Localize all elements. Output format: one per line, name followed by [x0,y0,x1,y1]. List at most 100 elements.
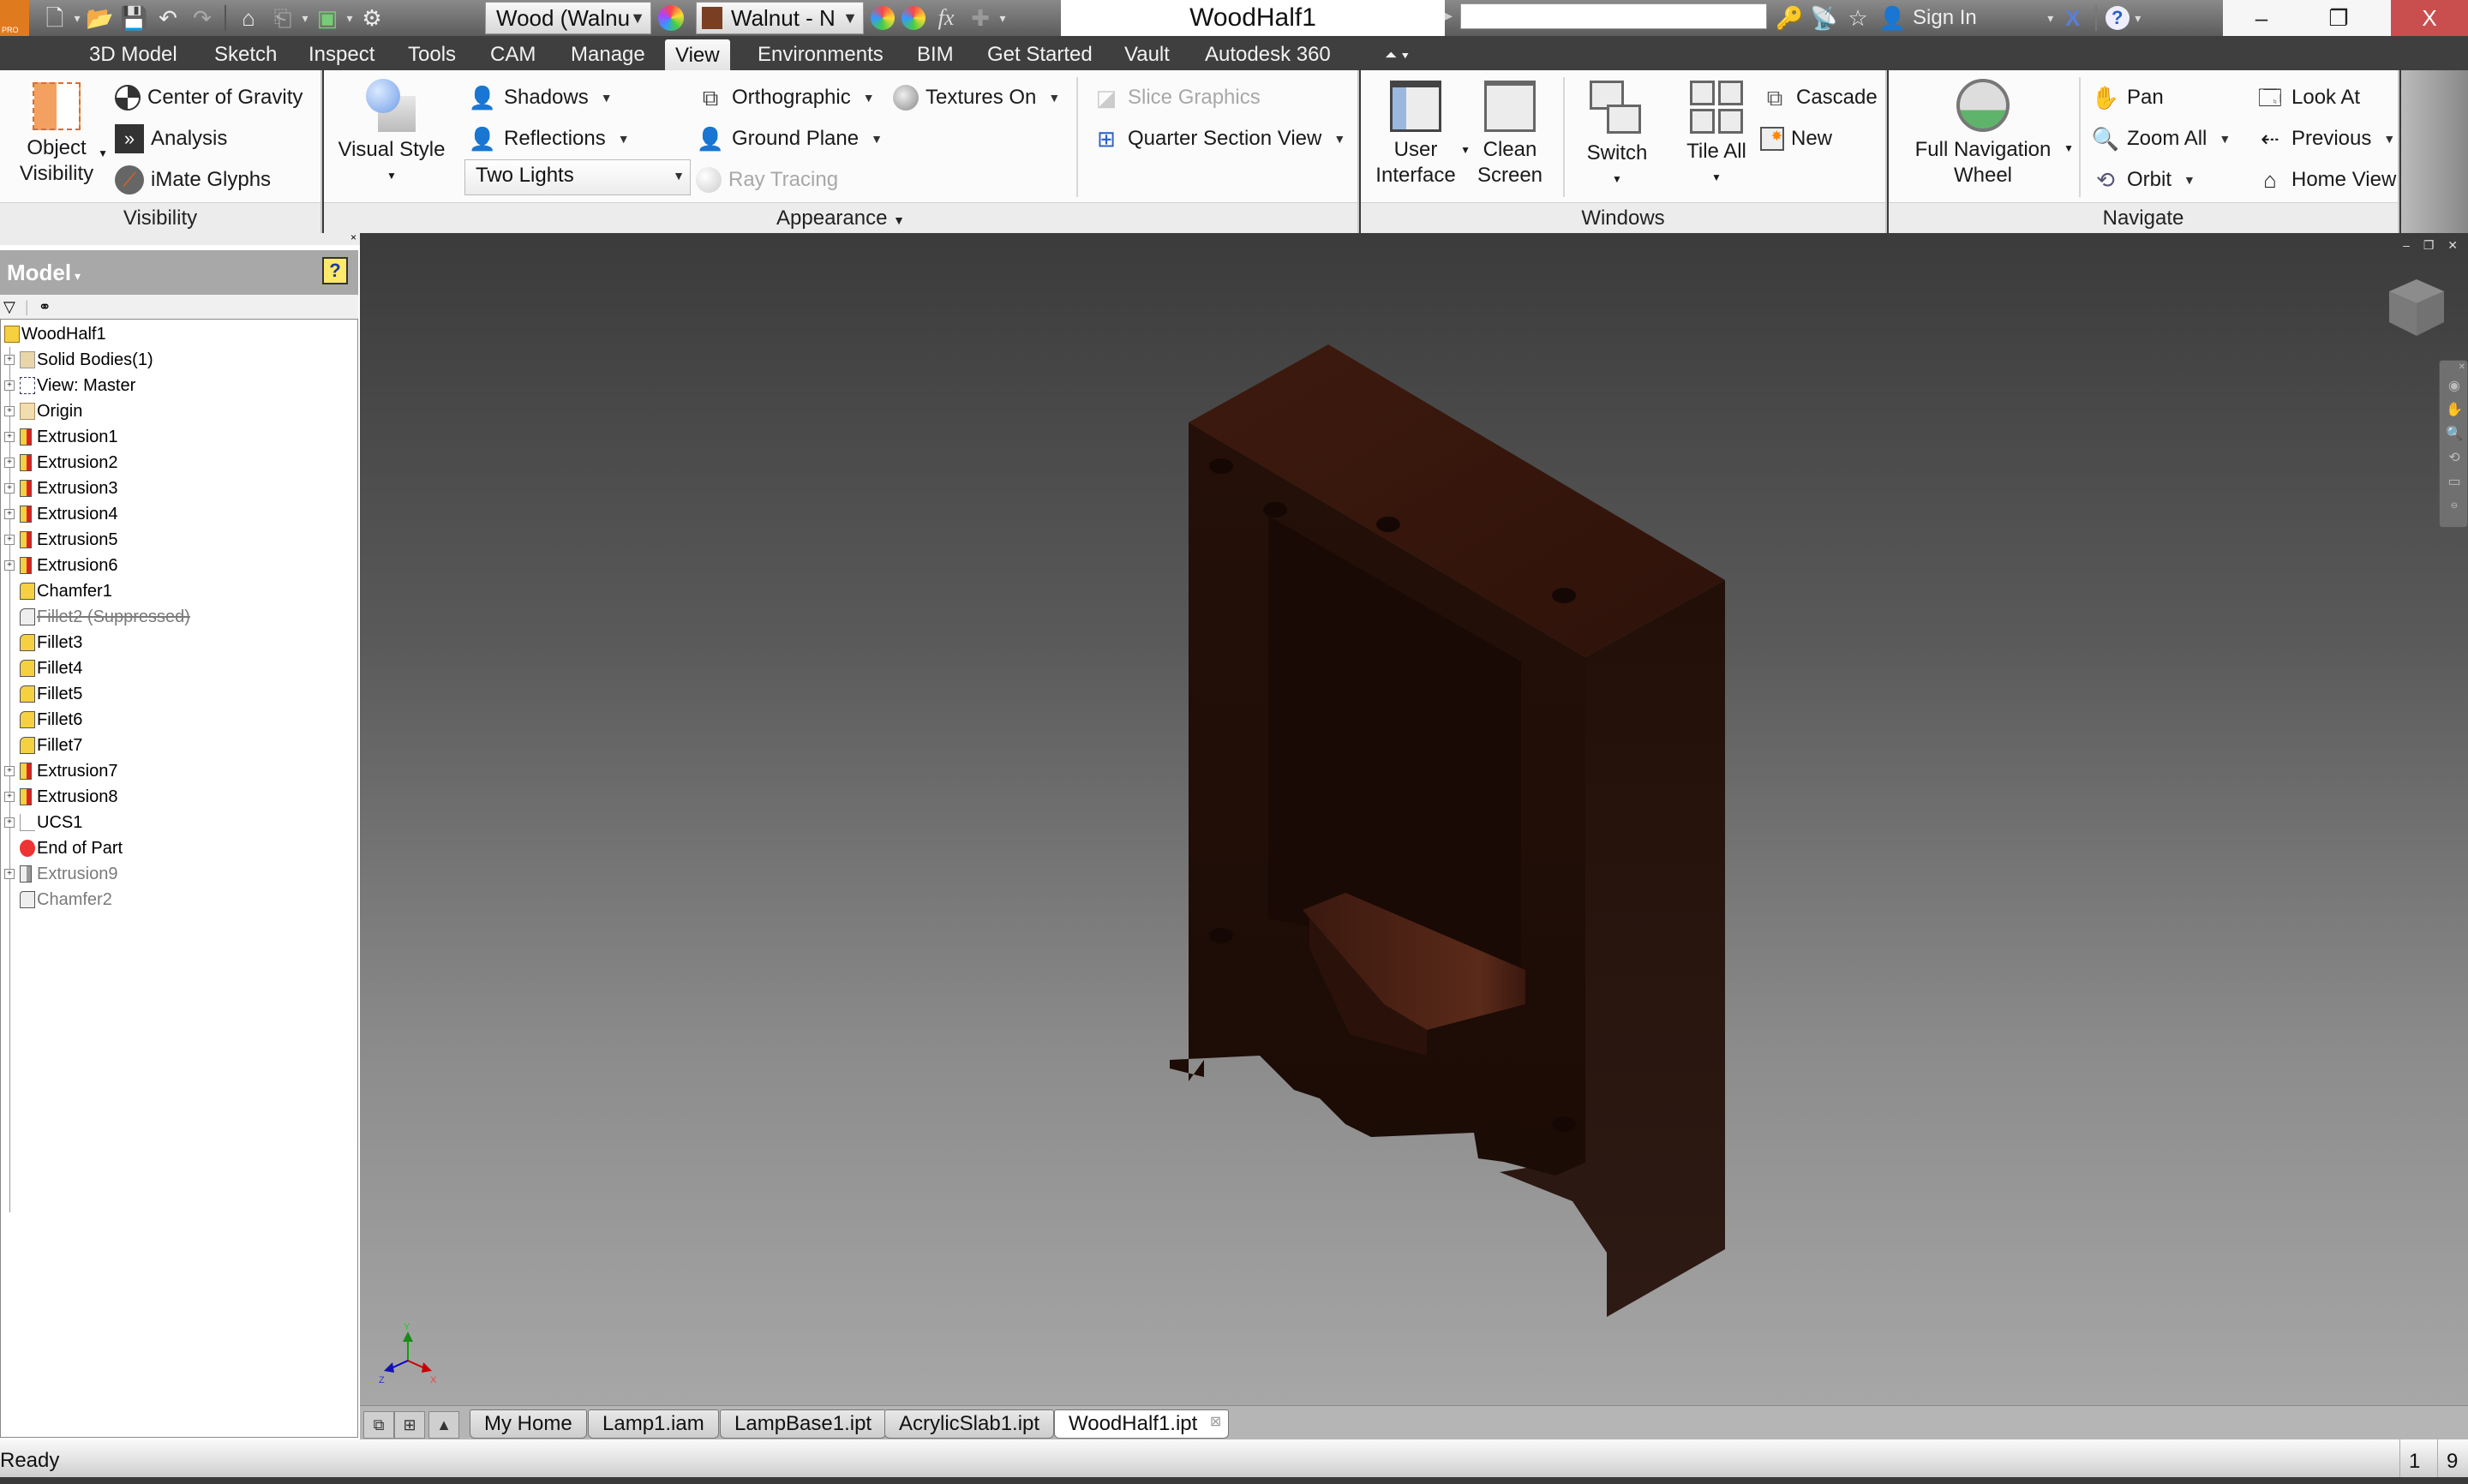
tab-3d-model[interactable]: 3D Model [89,36,177,70]
help-dropdown[interactable]: ▾ [2133,11,2143,26]
tab-inspect[interactable]: Inspect [308,36,374,70]
lighting-style-select[interactable]: Two Lights ▼ [464,159,691,195]
tab-cam[interactable]: CAM [490,36,536,70]
appearance-icon[interactable]: ⚙ [358,4,386,32]
tree-node[interactable]: Fillet4 [1,655,357,681]
tree-node[interactable]: + Origin [1,398,357,424]
tab-get-started[interactable]: Get Started [987,36,1093,70]
orthographic-button[interactable]: ⧉ Orthographic ▼ [696,81,875,115]
quarter-section-view-button[interactable]: ⊞ Quarter Section View ▼ [1092,122,1345,156]
doc-tab-acrylicslab1[interactable]: AcrylicSlab1.ipt [884,1409,1055,1439]
cascade-button[interactable]: ⧉ Cascade [1760,81,1878,115]
viewcube[interactable] [2382,274,2451,343]
expand-arrow-icon[interactable]: ▸ [1445,7,1453,25]
ribbon-minimize-button[interactable]: ⏶ ▾ [1385,36,1409,70]
color-wheel-icon[interactable] [658,5,684,31]
home-view-button[interactable]: ⌂ Home View [2255,163,2396,197]
imate-glyphs-button[interactable]: ⟋ iMate Glyphs [115,163,271,197]
tree-node[interactable]: Chamfer2 [1,887,357,913]
tree-node[interactable]: Fillet3 [1,630,357,655]
tab-environments[interactable]: Environments [758,36,884,70]
tree-node[interactable]: + Extrusion4 [1,501,357,527]
steering-wheel-icon[interactable]: ◉ [2440,374,2468,398]
pan-hand-icon[interactable]: ✋ [2440,398,2468,422]
tree-node[interactable]: + Extrusion7 [1,758,357,784]
tile-windows-icon[interactable]: ⊞ [394,1411,425,1439]
pan-button[interactable]: ✋ Pan [2091,81,2164,115]
customize-dropdown[interactable]: ▾ [997,11,1008,26]
search-input[interactable] [1460,3,1767,29]
restore-button[interactable]: ❐ [2300,0,2377,36]
tab-view[interactable]: View [665,39,730,72]
tab-vault[interactable]: Vault [1124,36,1170,70]
tree-node[interactable]: + Extrusion1 [1,424,357,450]
return-icon[interactable]: ⎗ [269,4,297,32]
open-documents-menu-icon[interactable]: ▲ [428,1411,459,1439]
tree-node[interactable]: Chamfer1 [1,578,357,604]
satellite-icon[interactable]: 📡 [1810,4,1837,32]
tree-node[interactable]: End of Part [1,835,357,861]
exchange-x-icon[interactable]: X [2059,4,2087,32]
sign-in-link[interactable]: Sign In [1913,6,1977,30]
doc-tab-lamp1[interactable]: Lamp1.iam [588,1409,719,1439]
part-model-3d[interactable] [360,233,2468,1405]
object-visibility-button[interactable]: Object Visibility ▼ [10,82,108,187]
zoom-icon[interactable]: 🔍 [2440,422,2468,446]
switch-button[interactable]: Switch ▼ [1570,81,1664,192]
graphics-window[interactable]: – ❐ ✕ ✕ ◉ ✋ 🔍 ⟲ ▭ ⊖ Y X Z [360,233,2468,1405]
new-window-button[interactable]: ✸ New [1760,122,1832,156]
tree-node[interactable]: Fillet6 [1,707,357,733]
user-interface-button[interactable]: User Interface ▼ [1373,81,1471,188]
expand-icon[interactable]: + [4,432,15,442]
full-navigation-wheel-button[interactable]: Full Navigation Wheel ▼ [1896,79,2074,188]
undo-icon[interactable]: ↶ [154,4,182,32]
tree-node[interactable]: + Solid Bodies(1) [1,347,357,373]
open-icon[interactable]: 📂 [86,4,113,32]
expand-icon[interactable]: + [4,792,15,802]
close-button[interactable]: X [2391,0,2468,36]
tree-node[interactable]: Fillet2 (Suppressed) [1,604,357,630]
navbar-menu-icon[interactable]: ⊖ [2440,494,2468,518]
expand-icon[interactable]: + [4,458,15,468]
expand-icon[interactable]: + [4,766,15,776]
tab-tools[interactable]: Tools [408,36,456,70]
shadows-button[interactable]: 👤 Shadows ▼ [468,81,613,115]
tree-node[interactable]: Fillet7 [1,733,357,758]
tree-node[interactable]: + UCS1 [1,810,357,835]
tree-node[interactable]: + Extrusion8 [1,784,357,810]
help-icon[interactable]: ? [2105,6,2130,30]
expand-icon[interactable]: + [4,380,15,391]
expand-icon[interactable]: + [4,535,15,545]
return-dropdown[interactable]: ▾ [300,11,310,26]
browser-title-dropdown[interactable]: Model ▾ [7,254,81,295]
filter-icon[interactable]: ▽ [3,298,15,315]
navbar-close-icon[interactable]: ✕ [2440,361,2468,374]
find-binoculars-icon[interactable]: ⚭ [39,298,51,315]
tab-sketch[interactable]: Sketch [214,36,277,70]
center-of-gravity-button[interactable]: Center of Gravity [115,81,303,115]
expand-icon[interactable]: + [4,355,15,365]
cascade-windows-icon[interactable]: ⧉ [363,1411,394,1439]
tree-node[interactable]: + Extrusion9 [1,861,357,887]
viewport-window-controls[interactable]: – ❐ ✕ [2403,238,2463,253]
orbit-icon[interactable]: ⟲ [2440,446,2468,470]
tree-node[interactable]: WoodHalf1 [1,321,357,347]
tree-node[interactable]: + Extrusion6 [1,553,357,578]
tree-node[interactable]: + Extrusion2 [1,450,357,476]
tab-manage[interactable]: Manage [571,36,645,70]
appearance-combo[interactable]: Walnut - N ▼ [696,2,864,34]
reflections-button[interactable]: 👤 Reflections ▼ [468,122,630,156]
tree-node[interactable]: Fillet5 [1,681,357,707]
plus-icon[interactable]: ✚ [967,4,994,32]
browser-close-icon[interactable]: × [350,231,356,243]
ray-tracing-button[interactable]: Ray Tracing [696,163,838,197]
zoom-all-button[interactable]: 🔍 Zoom All ▼ [2091,122,2231,156]
browser-help-icon[interactable]: ? [322,257,348,284]
clear-appearance-icon[interactable] [902,6,926,30]
doc-tab-my-home[interactable]: My Home [470,1409,587,1439]
tab-bim[interactable]: BIM [917,36,954,70]
sign-in-dropdown[interactable]: ▾ [2046,11,2056,26]
look-at-button[interactable]: 🗔 Look At [2255,81,2360,115]
star-icon[interactable]: ☆ [1844,4,1872,32]
fx-icon[interactable]: fx [932,4,960,32]
